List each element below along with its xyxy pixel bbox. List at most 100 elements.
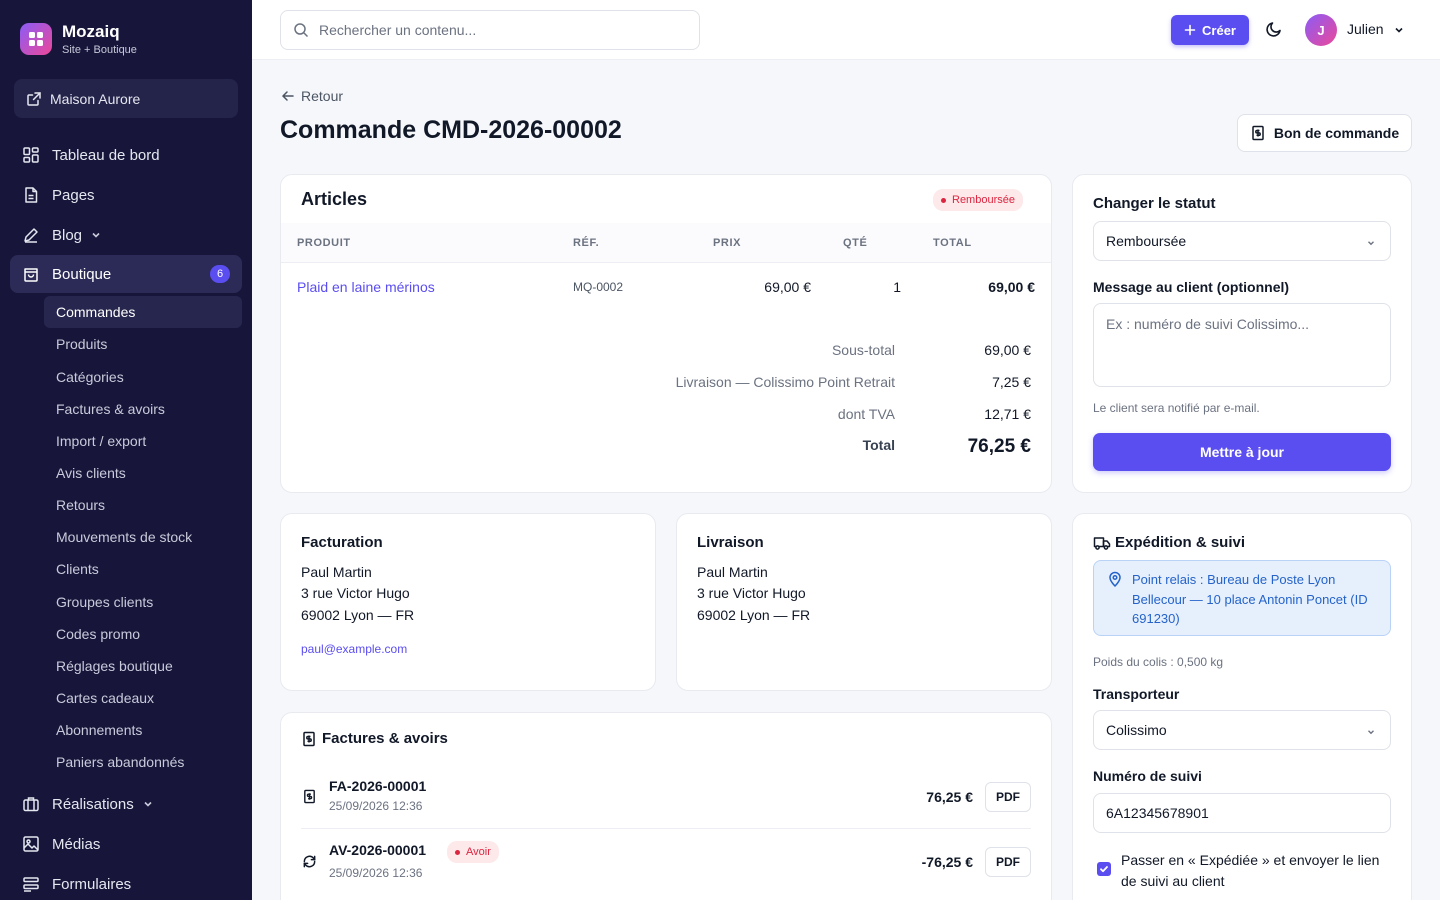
articles-title: Articles [301, 189, 368, 209]
articles-card: Articles Remboursée PRODUIT RÉF. PRIX QT… [280, 174, 1052, 493]
shop-submenu-item[interactable]: Commandes [44, 296, 242, 328]
credit-note-badge-label: Avoir [466, 846, 491, 858]
chevron-down-icon [144, 801, 152, 807]
message-textarea[interactable] [1093, 303, 1391, 387]
update-button[interactable]: Mettre à jour [1093, 433, 1391, 471]
search-input[interactable] [319, 22, 679, 38]
credit-note-pdf-button[interactable]: PDF [985, 847, 1031, 877]
nav-projects[interactable]: Réalisations [10, 785, 242, 823]
nav-forms[interactable]: Formulaires [10, 865, 242, 900]
avatar[interactable]: J [1305, 14, 1337, 46]
shop-submenu-item[interactable]: Réglages boutique [44, 650, 242, 682]
invoice-pdf-button[interactable]: PDF [985, 782, 1031, 812]
tracking-label: Numéro de suivi [1093, 768, 1202, 784]
invoice-number: FA-2026-00001 [329, 778, 427, 794]
subtotal-value: 69,00 € [984, 342, 1031, 358]
site-link-button[interactable]: Maison Aurore [14, 79, 238, 118]
total-value: 76,25 € [967, 436, 1031, 457]
dashboard-icon [23, 147, 39, 163]
invoices-title: Factures & avoirs [322, 730, 448, 747]
shipping-header: Expédition & suivi [1093, 534, 1245, 551]
carrier-select[interactable]: Colissimo [1093, 710, 1391, 750]
purchase-order-button[interactable]: Bon de commande [1237, 114, 1412, 152]
page-title: Commande CMD-2026-00002 [280, 116, 622, 144]
search-box[interactable] [280, 10, 700, 50]
billing-name: Paul Martin [301, 564, 372, 580]
delivery-city: 69002 Lyon — FR [697, 607, 811, 623]
product-price: 69,00 € [764, 279, 811, 295]
shipping-title: Expédition & suivi [1115, 534, 1246, 551]
nav-media[interactable]: Médias [10, 825, 242, 863]
parcel-weight: Poids du colis : 0,500 kg [1093, 655, 1224, 669]
shipping-value: 7,25 € [992, 374, 1031, 390]
relay-point-box: Point relais : Bureau de Poste Lyon Bell… [1093, 560, 1391, 636]
back-link[interactable]: Retour [281, 88, 343, 104]
shop-submenu-item[interactable]: Groupes clients [44, 586, 242, 618]
chevron-down-icon [92, 232, 100, 238]
shop-submenu-item[interactable]: Clients [44, 553, 242, 585]
credit-note-date: 25/09/2026 12:36 [329, 866, 423, 880]
shop-submenu-item[interactable]: Cartes cadeaux [44, 682, 242, 714]
form-icon [23, 877, 39, 892]
product-qty: 1 [893, 279, 901, 295]
nav-forms-label: Formulaires [52, 875, 132, 893]
nav-pages[interactable]: Pages [10, 176, 242, 214]
notify-checkbox-label[interactable]: Passer en « Expédiée » et envoyer le lie… [1121, 850, 1383, 892]
col-product: PRODUIT [297, 237, 351, 249]
product-total: 69,00 € [988, 279, 1035, 295]
col-total: TOTAL [933, 237, 972, 249]
sidebar: Mozaiq Site + Boutique Maison Aurore Tab… [0, 0, 252, 900]
invoices-card: Factures & avoirs FA-2026-00001 25/09/20… [280, 712, 1052, 900]
truck-icon [1093, 536, 1111, 550]
nav-blog[interactable]: Blog [10, 216, 242, 254]
notify-help: Le client sera notifié par e-mail. [1093, 401, 1260, 415]
status-select[interactable]: Remboursée [1093, 221, 1391, 261]
refresh-icon [303, 855, 316, 868]
carrier-select-value: Colissimo [1106, 722, 1167, 738]
chevron-down-icon [1368, 241, 1374, 246]
theme-toggle[interactable] [1265, 20, 1283, 38]
invoice-date: 25/09/2026 12:36 [329, 799, 423, 813]
nav-pages-label: Pages [52, 186, 95, 204]
notify-checkbox[interactable] [1097, 862, 1111, 876]
user-name[interactable]: Julien [1347, 21, 1384, 37]
shop-submenu-item[interactable]: Factures & avoirs [44, 393, 242, 425]
nav-dashboard[interactable]: Tableau de bord [10, 136, 242, 174]
col-price: PRIX [713, 237, 742, 249]
billing-email[interactable]: paul@example.com [301, 642, 407, 656]
chevron-down-icon[interactable] [1393, 24, 1405, 36]
shop-submenu-item[interactable]: Abonnements [44, 714, 242, 746]
shop-submenu-item[interactable]: Avis clients [44, 457, 242, 489]
shop-submenu-item[interactable]: Produits [44, 328, 242, 360]
chevron-down-icon [1368, 730, 1374, 735]
shop-submenu-item[interactable]: Import / export [44, 425, 242, 457]
create-button[interactable]: Créer [1171, 15, 1249, 45]
status-dot [941, 197, 946, 203]
vat-value: 12,71 € [984, 406, 1031, 422]
brand[interactable]: Mozaiq Site + Boutique [20, 22, 137, 56]
shop-count-badge: 6 [210, 265, 230, 283]
shop-submenu-item[interactable]: Retours [44, 489, 242, 521]
delivery-card: Livraison Paul Martin 3 rue Victor Hugo … [676, 513, 1052, 691]
shop-submenu-item[interactable]: Mouvements de stock [44, 521, 242, 553]
product-link[interactable]: Plaid en laine mérinos [297, 279, 435, 295]
shop-submenu-item[interactable]: Paniers abandonnés [44, 746, 242, 778]
carrier-label: Transporteur [1093, 686, 1180, 702]
pen-icon [24, 228, 38, 243]
nav-projects-label: Réalisations [52, 795, 134, 813]
vat-label: dont TVA [837, 406, 895, 422]
shop-submenu-item[interactable]: Codes promo [44, 618, 242, 650]
billing-card: Facturation Paul Martin 3 rue Victor Hug… [280, 513, 656, 691]
delivery-title: Livraison [697, 534, 764, 551]
badge-dot [455, 849, 460, 855]
billing-city: 69002 Lyon — FR [301, 607, 415, 623]
nav-shop[interactable]: Boutique 6 [10, 255, 242, 293]
credit-note-badge: Avoir [447, 841, 499, 863]
col-qty: QTÉ [843, 237, 868, 249]
brand-name: Mozaiq [62, 22, 120, 41]
shopping-bag-icon [24, 268, 38, 282]
shop-submenu-item[interactable]: Catégories [44, 361, 242, 393]
plus-icon [1184, 24, 1196, 36]
status-badge-label: Remboursée [952, 194, 1015, 206]
tracking-input[interactable] [1093, 793, 1391, 833]
